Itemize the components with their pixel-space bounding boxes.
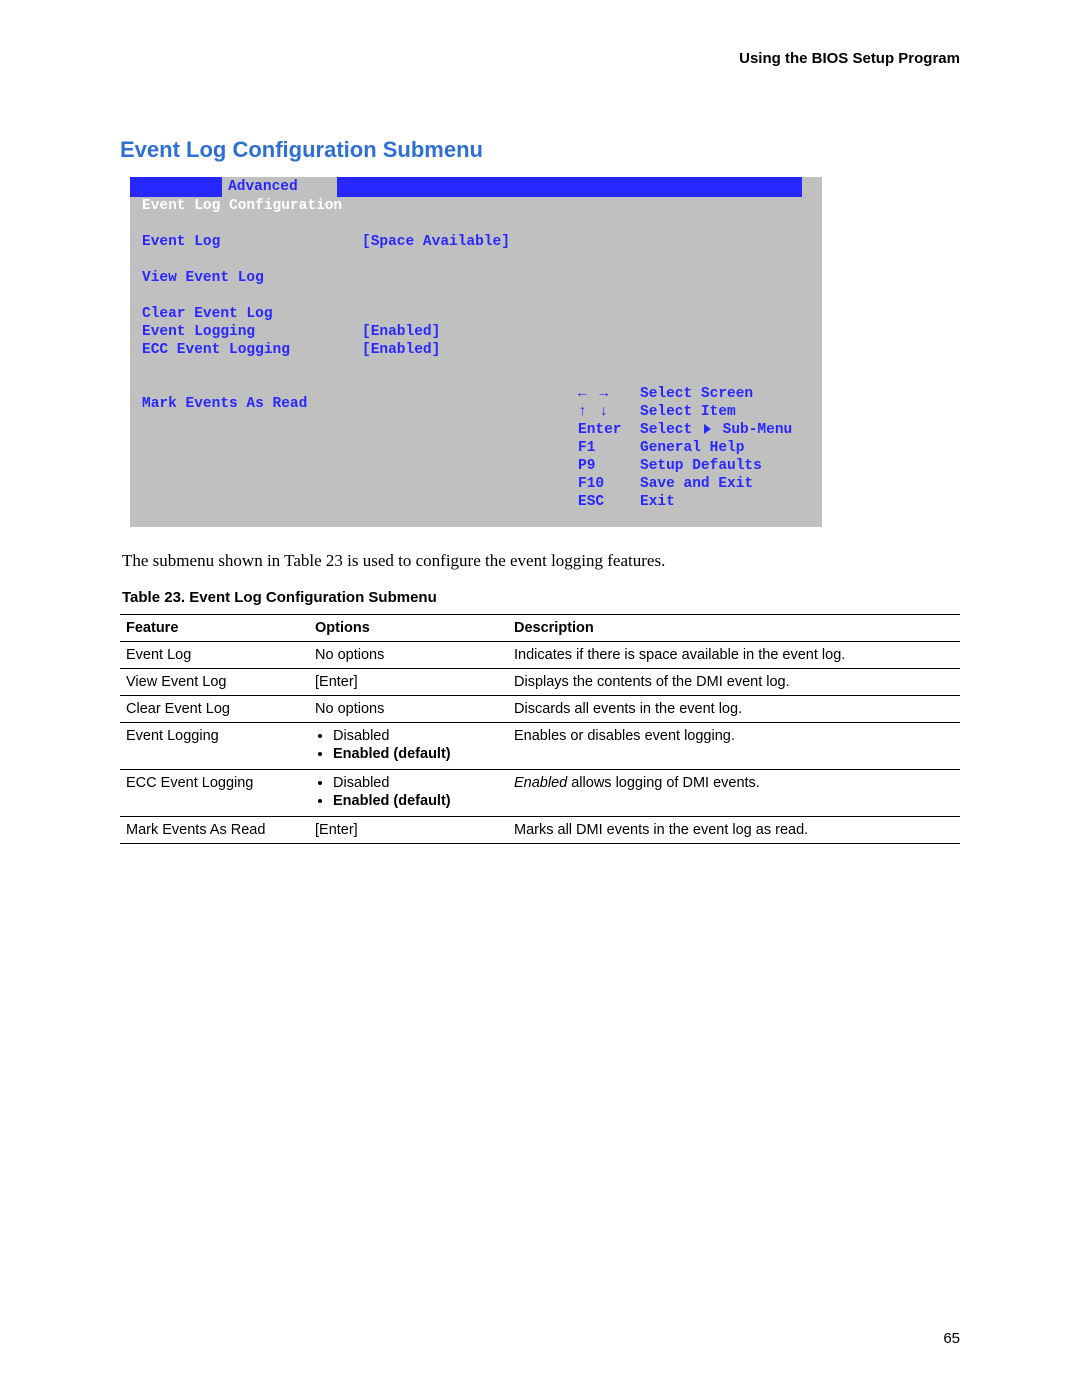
bios-row-value [362, 287, 552, 305]
bios-row: View Event Log [130, 269, 822, 287]
bios-row [130, 359, 822, 377]
cell-options: DisabledEnabled (default) [309, 723, 508, 770]
table-row: Event LoggingDisabledEnabled (default)En… [120, 723, 960, 770]
cell-description: Enabled allows logging of DMI events. [508, 770, 960, 817]
cell-options: DisabledEnabled (default) [309, 770, 508, 817]
cell-description: Marks all DMI events in the event log as… [508, 817, 960, 844]
page-number: 65 [943, 1330, 960, 1347]
bios-help-text: Exit [640, 493, 675, 511]
bios-row [130, 287, 822, 305]
bios-body: Event Log Configuration Event Log[Space … [130, 197, 822, 527]
bios-help-key: ← → [578, 385, 640, 403]
bios-help-row: ↑ ↓Select Item [578, 403, 808, 421]
bios-submenu-title-row: Event Log Configuration [130, 197, 822, 215]
bios-row-label: Event Log [130, 233, 362, 251]
bios-help-text: General Help [640, 439, 744, 457]
table-row: View Event Log[Enter]Displays the conten… [120, 669, 960, 696]
cell-description: Indicates if there is space available in… [508, 642, 960, 669]
bios-help-text: Save and Exit [640, 475, 753, 493]
cell-feature: Mark Events As Read [120, 817, 309, 844]
cell-options: [Enter] [309, 817, 508, 844]
bios-row: Event Log[Space Available] [130, 233, 822, 251]
cell-options: No options [309, 696, 508, 723]
bios-row-label: Mark Events As Read [130, 395, 362, 413]
bios-help-key: ESC [578, 493, 640, 511]
th-description: Description [508, 615, 960, 642]
bios-help-text: Select Screen [640, 385, 753, 403]
bios-row: Clear Event Log [130, 305, 822, 323]
bios-help-row: F1General Help [578, 439, 808, 457]
bios-row-label: ECC Event Logging [130, 341, 362, 359]
bios-help-row: EnterSelect Sub-Menu [578, 421, 808, 439]
cell-feature: ECC Event Logging [120, 770, 309, 817]
bios-row: ECC Event Logging[Enabled] [130, 341, 822, 359]
bios-row-value: [Space Available] [362, 233, 552, 251]
table-caption: Table 23. Event Log Configuration Submen… [122, 589, 960, 606]
bios-row-label [130, 359, 362, 377]
cell-feature: Event Logging [120, 723, 309, 770]
cell-description: Enables or disables event logging. [508, 723, 960, 770]
bios-menubar: Advanced [130, 177, 822, 197]
bios-help-row: ← →Select Screen [578, 385, 808, 403]
bios-row-label [130, 287, 362, 305]
bios-help-key: Enter [578, 421, 640, 439]
bios-row-value [362, 359, 552, 377]
bios-row-label: Event Logging [130, 323, 362, 341]
bios-help-text: Select Sub-Menu [640, 421, 792, 439]
bios-row: Event Logging[Enabled] [130, 323, 822, 341]
table-row: ECC Event LoggingDisabledEnabled (defaul… [120, 770, 960, 817]
bios-help-key: ↑ ↓ [578, 403, 640, 421]
cell-description: Discards all events in the event log. [508, 696, 960, 723]
bios-help-text: Select Item [640, 403, 736, 421]
th-feature: Feature [120, 615, 309, 642]
bios-row-value [362, 251, 552, 269]
bios-help-row: ESCExit [578, 493, 808, 511]
bios-help-key: P9 [578, 457, 640, 475]
cell-feature: Event Log [120, 642, 309, 669]
cell-feature: View Event Log [120, 669, 309, 696]
bios-help-panel: ← →Select Screen↑ ↓Select ItemEnterSelec… [578, 385, 808, 511]
table-row: Mark Events As Read[Enter]Marks all DMI … [120, 817, 960, 844]
bios-row-value [362, 305, 552, 323]
table-row: Clear Event LogNo optionsDiscards all ev… [120, 696, 960, 723]
bios-row-label [130, 377, 362, 395]
cell-feature: Clear Event Log [120, 696, 309, 723]
cell-options: No options [309, 642, 508, 669]
bios-row-value: [Enabled] [362, 341, 552, 359]
cell-options: [Enter] [309, 669, 508, 696]
bios-row-label: View Event Log [130, 269, 362, 287]
bios-help-text: Setup Defaults [640, 457, 762, 475]
cell-description: Displays the contents of the DMI event l… [508, 669, 960, 696]
bios-row-value [362, 377, 552, 395]
intro-text: The submenu shown in Table 23 is used to… [122, 551, 960, 571]
bios-help-key: F1 [578, 439, 640, 457]
bios-submenu-title: Event Log Configuration [130, 197, 362, 215]
bios-row-label: Clear Event Log [130, 305, 362, 323]
bios-help-key: F10 [578, 475, 640, 493]
feature-table: Feature Options Description Event LogNo … [120, 614, 960, 844]
th-options: Options [309, 615, 508, 642]
bios-tab-advanced: Advanced [222, 177, 337, 197]
bios-row-value [362, 395, 552, 413]
bios-screen: Advanced Event Log Configuration Event L… [130, 177, 822, 527]
header-right: Using the BIOS Setup Program [120, 50, 960, 67]
section-title: Event Log Configuration Submenu [120, 137, 960, 163]
bios-row-label [130, 251, 362, 269]
bios-help-row: F10Save and Exit [578, 475, 808, 493]
bios-help-row: P9Setup Defaults [578, 457, 808, 475]
bios-row-value: [Enabled] [362, 323, 552, 341]
bios-row [130, 251, 822, 269]
table-row: Event LogNo optionsIndicates if there is… [120, 642, 960, 669]
bios-row-value [362, 269, 552, 287]
